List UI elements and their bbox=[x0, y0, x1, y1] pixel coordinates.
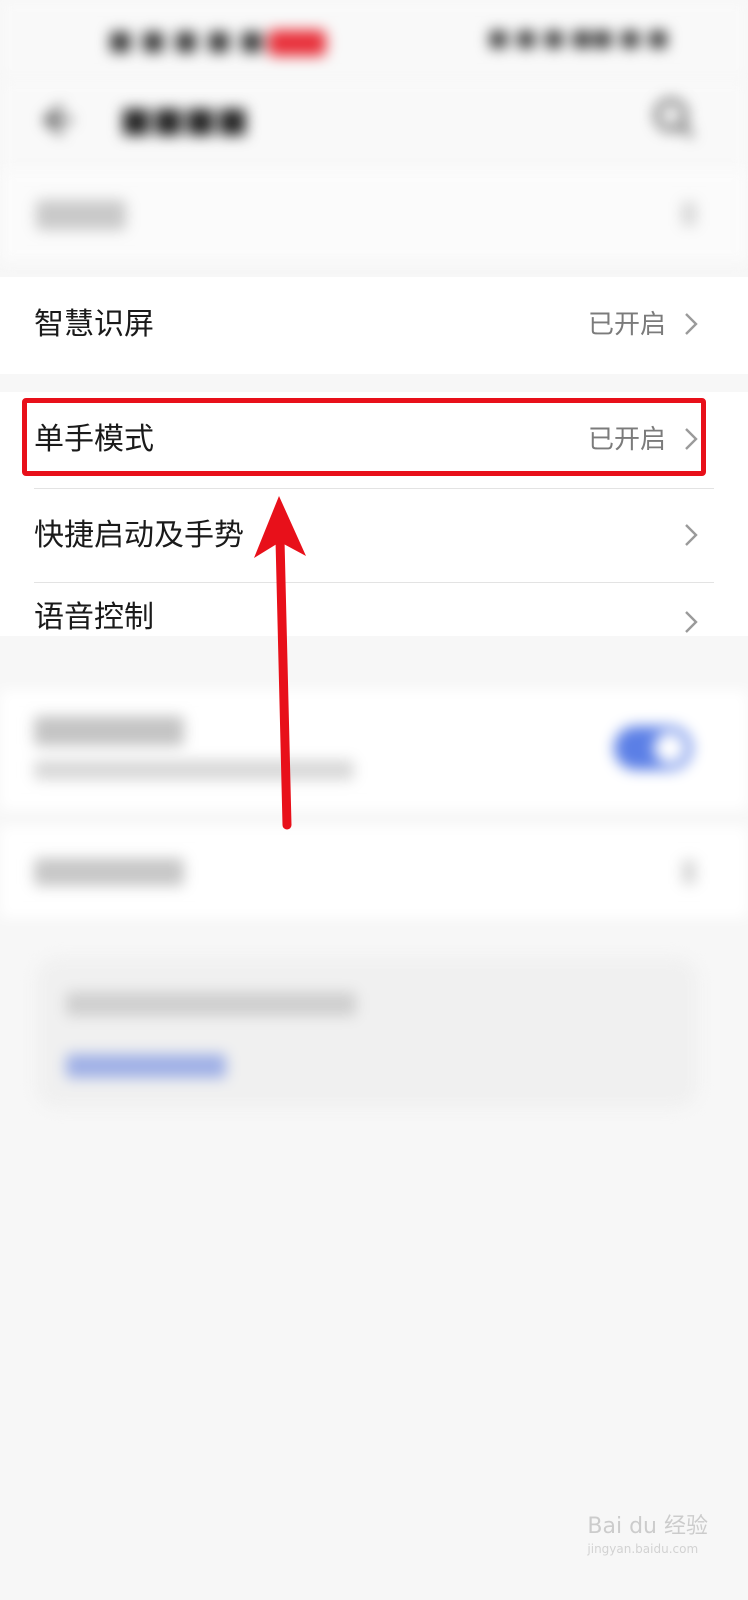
settings-row-blurred-toggle[interactable] bbox=[0, 690, 748, 810]
app-header bbox=[0, 80, 748, 180]
status-badge bbox=[268, 30, 326, 56]
row-label: 智慧识屏 bbox=[34, 307, 154, 342]
watermark-brand: Bai du 经验 bbox=[587, 1514, 708, 1539]
settings-row-blurred-bottom[interactable] bbox=[0, 826, 748, 918]
settings-row-voice-control[interactable]: 语音控制 bbox=[0, 586, 748, 634]
search-icon[interactable] bbox=[652, 96, 696, 140]
page-title: ■■■■ bbox=[120, 100, 249, 140]
settings-row-quick-launch-gestures[interactable]: 快捷启动及手势 bbox=[0, 490, 748, 582]
highlight-box bbox=[22, 398, 706, 476]
row-label: 快捷启动及手势 bbox=[34, 518, 244, 553]
chevron-right-icon bbox=[685, 611, 698, 633]
watermark-url: jingyan.baidu.com bbox=[587, 1542, 699, 1556]
settings-row-blurred-top[interactable] bbox=[0, 170, 748, 262]
settings-card-screen-recognition: 智慧识屏 已开启 bbox=[0, 277, 748, 374]
row-status: 已开启 bbox=[587, 310, 666, 340]
help-link[interactable] bbox=[66, 1054, 226, 1078]
chevron-right-icon bbox=[685, 524, 698, 546]
row-divider bbox=[34, 582, 714, 583]
status-icons: ■ ■ ■ ■■ ■ ■ bbox=[488, 26, 669, 51]
toggle-switch[interactable] bbox=[614, 726, 692, 770]
back-arrow-icon[interactable] bbox=[36, 100, 76, 140]
status-time: ■ ■ ■ ■ ■ bbox=[108, 26, 264, 56]
status-bar: ■ ■ ■ ■ ■ ■ ■ ■ ■■ ■ ■ bbox=[0, 0, 748, 80]
row-label: 语音控制 bbox=[34, 600, 154, 634]
annotation-arrow bbox=[254, 496, 306, 830]
row-divider bbox=[34, 488, 714, 489]
chevron-right-icon bbox=[685, 313, 698, 335]
settings-row-screen-recognition[interactable]: 智慧识屏 已开启 bbox=[0, 279, 748, 371]
help-card bbox=[36, 958, 698, 1108]
watermark: Bai du 经验 jingyan.baidu.com bbox=[587, 1508, 708, 1556]
